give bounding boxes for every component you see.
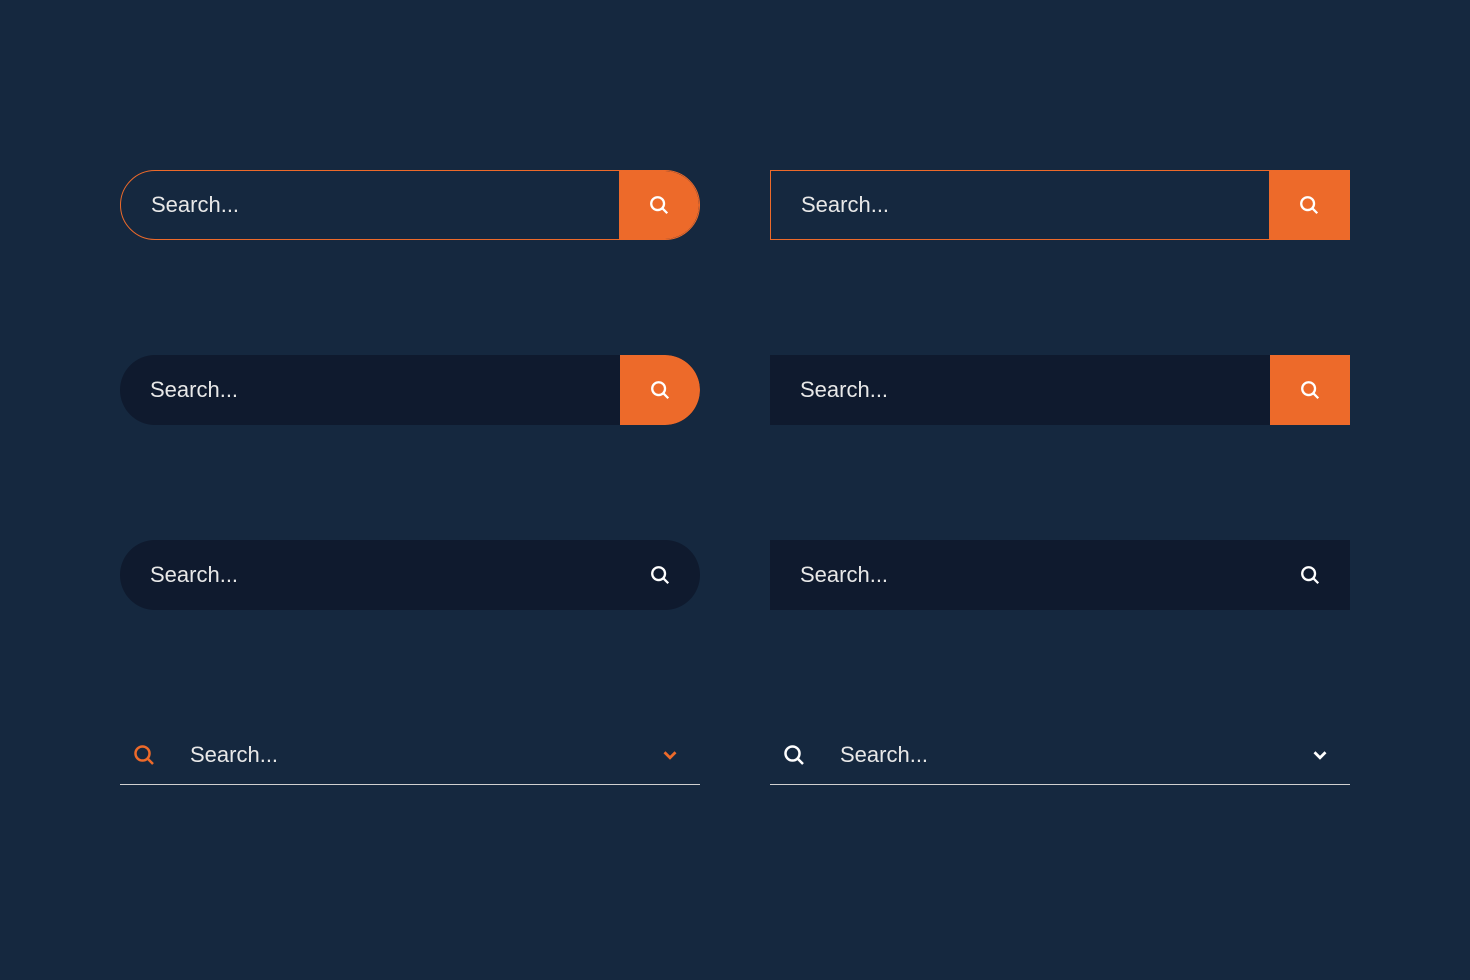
search-icon xyxy=(1298,194,1320,216)
search-icon xyxy=(1299,379,1321,401)
search-input[interactable] xyxy=(770,540,1270,610)
search-bar-underline-white xyxy=(770,725,1350,785)
search-icon-leading[interactable] xyxy=(770,743,820,767)
search-bar-rect-outline xyxy=(770,170,1350,240)
search-icon-leading[interactable] xyxy=(120,743,170,767)
search-input[interactable] xyxy=(770,355,1270,425)
chevron-down-icon xyxy=(1309,744,1331,766)
search-input[interactable] xyxy=(820,725,1290,784)
search-icon xyxy=(649,379,671,401)
search-bar-underline-orange xyxy=(120,725,700,785)
search-input[interactable] xyxy=(120,355,620,425)
chevron-down-icon xyxy=(659,744,681,766)
search-icon xyxy=(782,743,806,767)
search-bar-rect-filled-plain xyxy=(770,540,1350,610)
search-button[interactable] xyxy=(1270,355,1350,425)
search-button[interactable] xyxy=(1270,540,1350,610)
search-bar-pill-outline xyxy=(120,170,700,240)
search-icon xyxy=(648,194,670,216)
dropdown-toggle[interactable] xyxy=(640,744,700,766)
search-bar-pill-filled-orange-btn xyxy=(120,355,700,425)
search-icon xyxy=(132,743,156,767)
search-bar-pill-filled-plain xyxy=(120,540,700,610)
search-button[interactable] xyxy=(1269,171,1349,239)
search-icon xyxy=(1299,564,1321,586)
search-bar-rect-filled-orange-btn xyxy=(770,355,1350,425)
search-button[interactable] xyxy=(620,355,700,425)
search-input[interactable] xyxy=(170,725,640,784)
search-input[interactable] xyxy=(771,171,1269,239)
search-input[interactable] xyxy=(120,540,620,610)
search-button[interactable] xyxy=(619,171,699,239)
search-button[interactable] xyxy=(620,540,700,610)
search-icon xyxy=(649,564,671,586)
dropdown-toggle[interactable] xyxy=(1290,744,1350,766)
search-input[interactable] xyxy=(121,171,619,239)
